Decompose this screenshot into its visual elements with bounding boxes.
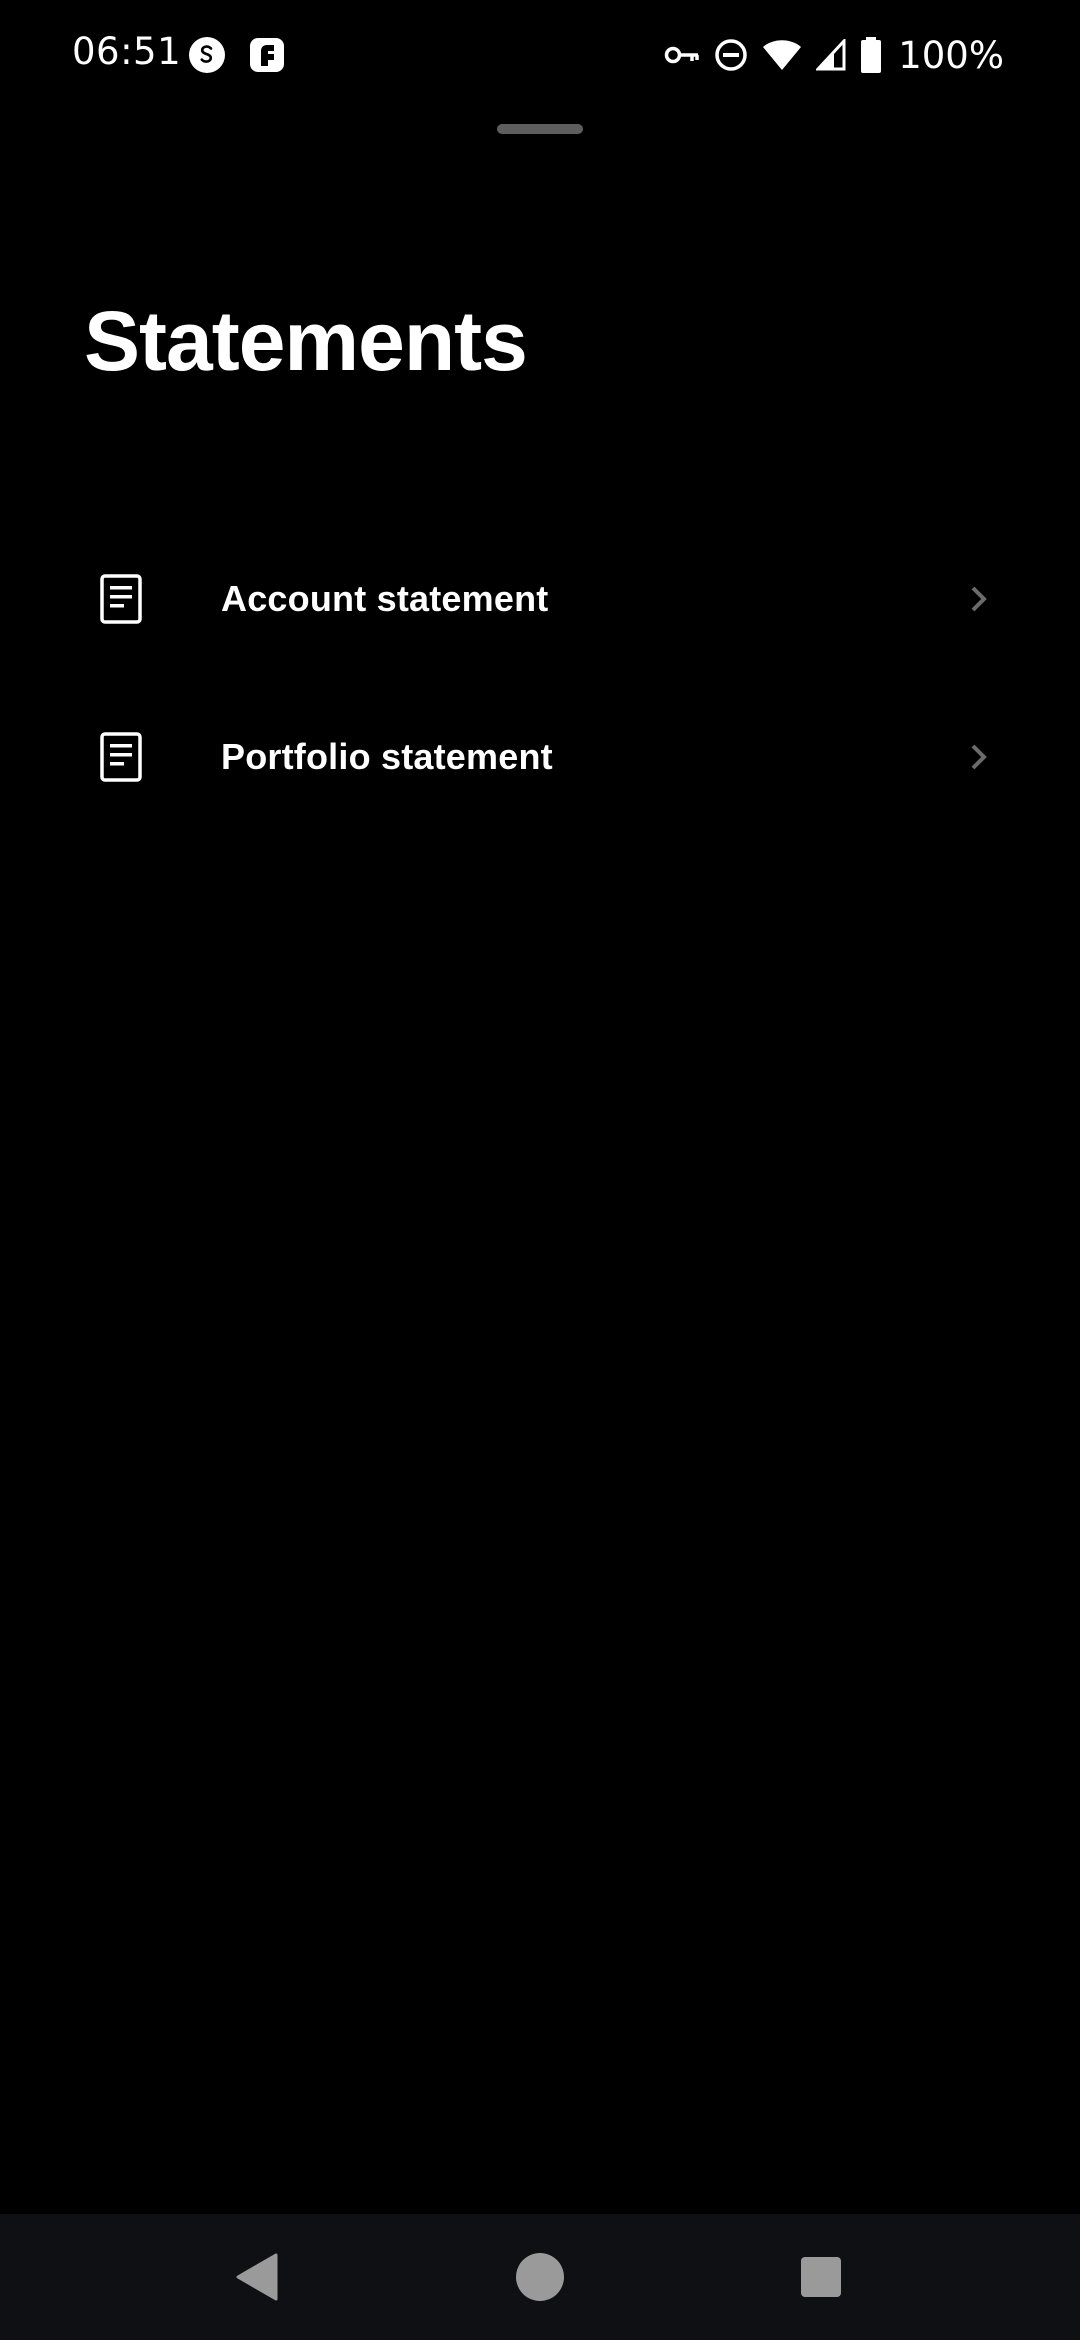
sheet-drag-handle[interactable] bbox=[497, 124, 583, 134]
status-icons: 100% bbox=[664, 28, 1004, 82]
recents-icon[interactable] bbox=[794, 2250, 848, 2304]
shazam-icon bbox=[189, 37, 225, 73]
document-icon bbox=[100, 574, 142, 624]
battery-percentage: 100% bbox=[898, 33, 1004, 77]
home-icon[interactable] bbox=[513, 2250, 567, 2304]
chevron-right-icon bbox=[971, 744, 987, 770]
chevron-right-icon bbox=[971, 586, 987, 612]
back-icon[interactable] bbox=[230, 2250, 284, 2304]
fetch-icon bbox=[250, 38, 284, 72]
cell-signal-icon bbox=[816, 39, 846, 71]
status-bar: 06:51 100% bbox=[0, 0, 1080, 110]
wifi-icon bbox=[763, 40, 802, 70]
document-icon bbox=[100, 732, 142, 782]
do-not-disturb-icon bbox=[715, 39, 747, 71]
statements-list: Account statement Portfolio statement bbox=[0, 520, 1080, 836]
battery-icon bbox=[861, 37, 882, 73]
list-item-portfolio-statement[interactable]: Portfolio statement bbox=[0, 678, 1080, 836]
list-item-account-statement[interactable]: Account statement bbox=[0, 520, 1080, 678]
vpn-key-icon bbox=[664, 46, 699, 64]
list-item-label: Portfolio statement bbox=[221, 736, 553, 777]
list-item-label: Account statement bbox=[221, 578, 549, 619]
status-time: 06:51 bbox=[72, 30, 182, 73]
system-nav-bar bbox=[0, 2214, 1080, 2340]
page-title: Statements bbox=[84, 294, 528, 388]
